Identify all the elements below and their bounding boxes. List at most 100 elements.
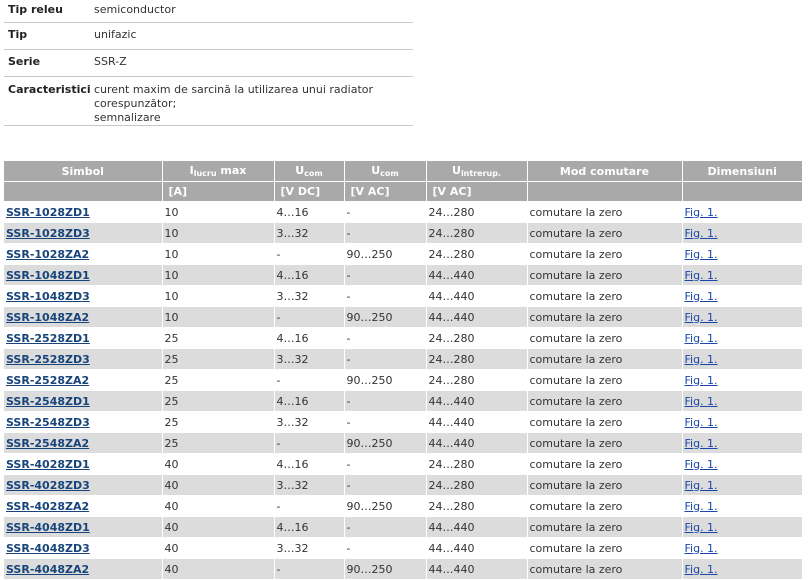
figure-link[interactable]: Fig. 1. [685, 332, 718, 345]
figure-link[interactable]: Fig. 1. [685, 416, 718, 429]
cell-ucom-dc: - [274, 495, 345, 517]
cell-dimensions: Fig. 1. [682, 432, 802, 454]
cell-mode: comutare la zero [527, 369, 683, 391]
cell-symbol: SSR-4048ZD3 [4, 537, 163, 559]
figure-link[interactable]: Fig. 1. [685, 479, 718, 492]
figure-link[interactable]: Fig. 1. [685, 248, 718, 261]
cell-dimensions: Fig. 1. [682, 306, 802, 328]
figure-link[interactable]: Fig. 1. [685, 374, 718, 387]
cell-mode: comutare la zero [527, 390, 683, 412]
cell-ucom-ac: - [344, 537, 427, 559]
cell-uint: 24…280 [426, 327, 528, 349]
spec-row-series: Serie SSR-Z [4, 49, 413, 77]
product-link[interactable]: SSR-4028ZA2 [6, 500, 89, 513]
cell-mode: comutare la zero [527, 327, 683, 349]
cell-current: 10 [162, 243, 275, 265]
figure-link[interactable]: Fig. 1. [685, 311, 718, 324]
cell-mode: comutare la zero [527, 264, 683, 286]
figure-link[interactable]: Fig. 1. [685, 500, 718, 513]
col-header-ucom-ac-sub: com [380, 169, 399, 178]
cell-current: 40 [162, 558, 275, 580]
cell-current: 25 [162, 411, 275, 433]
cell-dimensions: Fig. 1. [682, 369, 802, 391]
product-link[interactable]: SSR-2548ZA2 [6, 437, 89, 450]
spec-label: Serie [4, 49, 94, 77]
cell-mode: comutare la zero [527, 495, 683, 517]
table-row: SSR-1048ZD3 10 3…32-44…440 comutare la zero… [4, 285, 802, 307]
figure-link[interactable]: Fig. 1. [685, 521, 718, 534]
cell-mode: comutare la zero [527, 348, 683, 370]
cell-current: 40 [162, 474, 275, 496]
product-link[interactable]: SSR-1028ZD3 [6, 227, 90, 240]
cell-ucom-ac: 90…250 [344, 495, 427, 517]
table-row: SSR-4048ZD1 40 4…16-44…440 comutare la zero… [4, 516, 802, 538]
cell-ucom-ac: - [344, 222, 427, 244]
spec-label: Tip releu [4, 0, 94, 23]
cell-dimensions: Fig. 1. [682, 495, 802, 517]
cell-dimensions: Fig. 1. [682, 348, 802, 370]
cell-ucom-dc: 4…16 [274, 390, 345, 412]
table-row: SSR-4028ZD3 40 3…32-24…280 comutare la zero… [4, 474, 802, 496]
table-row: SSR-4028ZD1 40 4…16-24…280 comutare la zero… [4, 453, 802, 475]
cell-uint: 24…280 [426, 243, 528, 265]
product-link[interactable]: SSR-4048ZD1 [6, 521, 90, 534]
cell-mode: comutare la zero [527, 474, 683, 496]
figure-link[interactable]: Fig. 1. [685, 290, 718, 303]
cell-ucom-ac: - [344, 516, 427, 538]
cell-symbol: SSR-1048ZA2 [4, 306, 163, 328]
figure-link[interactable]: Fig. 1. [685, 542, 718, 555]
figure-link[interactable]: Fig. 1. [685, 437, 718, 450]
cell-ucom-ac: - [344, 453, 427, 475]
cell-dimensions: Fig. 1. [682, 201, 802, 223]
cell-mode: comutare la zero [527, 201, 683, 223]
cell-mode: comutare la zero [527, 558, 683, 580]
spec-row-relay-type: Tip releu semiconductor [4, 0, 413, 23]
spec-value: unifazic [94, 22, 413, 50]
unit-current: [A] [162, 181, 275, 202]
figure-link[interactable]: Fig. 1. [685, 563, 718, 576]
col-header-current-tail: max [216, 164, 247, 177]
cell-mode: comutare la zero [527, 432, 683, 454]
product-link[interactable]: SSR-4048ZD3 [6, 542, 90, 555]
col-header-ucom-dc-main: U [295, 164, 305, 177]
product-link[interactable]: SSR-4028ZD3 [6, 479, 90, 492]
cell-dimensions: Fig. 1. [682, 537, 802, 559]
cell-ucom-ac: 90…250 [344, 306, 427, 328]
figure-link[interactable]: Fig. 1. [685, 269, 718, 282]
cell-ucom-ac: - [344, 327, 427, 349]
product-link[interactable]: SSR-1048ZD3 [6, 290, 90, 303]
cell-ucom-dc: - [274, 432, 345, 454]
figure-link[interactable]: Fig. 1. [685, 353, 718, 366]
figure-link[interactable]: Fig. 1. [685, 395, 718, 408]
cell-symbol: SSR-1028ZD1 [4, 201, 163, 223]
col-header-ucom-ac-main: U [371, 164, 381, 177]
col-header-uint: Uintrerup. [426, 161, 528, 182]
product-link[interactable]: SSR-2548ZD1 [6, 395, 90, 408]
figure-link[interactable]: Fig. 1. [685, 227, 718, 240]
product-link[interactable]: SSR-4028ZD1 [6, 458, 90, 471]
figure-link[interactable]: Fig. 1. [685, 206, 718, 219]
cell-symbol: SSR-1028ZD3 [4, 222, 163, 244]
cell-ucom-dc: 3…32 [274, 537, 345, 559]
cell-uint: 24…280 [426, 348, 528, 370]
unit-mode [527, 181, 683, 202]
product-link[interactable]: SSR-2528ZD1 [6, 332, 90, 345]
cell-ucom-ac: 90…250 [344, 432, 427, 454]
col-header-uint-sub: intrerup. [460, 169, 501, 178]
cell-symbol: SSR-2548ZD1 [4, 390, 163, 412]
product-link[interactable]: SSR-1048ZA2 [6, 311, 89, 324]
spec-table: Tip releu semiconductor Tip unifazic Ser… [4, 0, 413, 126]
product-link[interactable]: SSR-1028ZA2 [6, 248, 89, 261]
cell-mode: comutare la zero [527, 537, 683, 559]
product-link[interactable]: SSR-4048ZA2 [6, 563, 89, 576]
figure-link[interactable]: Fig. 1. [685, 458, 718, 471]
cell-uint: 44…440 [426, 537, 528, 559]
product-link[interactable]: SSR-1028ZD1 [6, 206, 90, 219]
cell-ucom-dc: 3…32 [274, 348, 345, 370]
product-link[interactable]: SSR-2528ZA2 [6, 374, 89, 387]
product-link[interactable]: SSR-2548ZD3 [6, 416, 90, 429]
product-link[interactable]: SSR-2528ZD3 [6, 353, 90, 366]
cell-ucom-dc: 3…32 [274, 411, 345, 433]
product-link[interactable]: SSR-1048ZD1 [6, 269, 90, 282]
cell-ucom-ac: 90…250 [344, 369, 427, 391]
